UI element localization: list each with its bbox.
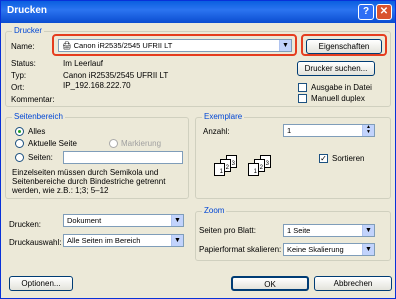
cancel-button[interactable]: Abbrechen [314, 276, 392, 291]
print-selection-select[interactable]: Alle Seiten im Bereich ▼ [63, 234, 184, 247]
range-pages-label: Seiten: [28, 153, 53, 162]
type-value: Canon iR2535/2545 UFRII LT [63, 71, 169, 80]
window-title: Drucken [7, 5, 48, 16]
print-what-value: Dokument [67, 216, 102, 225]
print-to-file-label: Ausgabe in Datei [311, 83, 372, 92]
ok-button[interactable]: OK [231, 276, 309, 291]
range-selection-label: Markierung [121, 139, 162, 148]
pages-per-sheet-value: 1 Seite [287, 226, 311, 235]
comment-label: Kommentar: [11, 95, 55, 104]
range-pages-radio[interactable] [15, 153, 24, 162]
collate-page-icon: 1 [248, 163, 259, 176]
chevron-down-icon: ▼ [279, 40, 291, 51]
print-selection-value: Alle Seiten im Bereich [67, 236, 141, 245]
location-value: IP_192.168.222.70 [63, 81, 131, 90]
range-all-radio[interactable] [15, 127, 24, 136]
copies-count-label: Anzahl: [203, 127, 230, 136]
pages-per-sheet-label: Seiten pro Blatt: [199, 226, 256, 235]
spinner-icon[interactable]: ▲ ▼ [362, 125, 374, 136]
pages-per-sheet-select[interactable]: 1 Seite ▼ [283, 224, 375, 237]
copies-count-value: 1 [287, 126, 292, 135]
find-printer-button[interactable]: Drucker suchen... [297, 61, 375, 76]
type-label: Typ: [11, 71, 27, 80]
manual-duplex-checkbox[interactable] [298, 94, 307, 103]
chevron-down-icon: ▼ [362, 225, 374, 236]
range-all-label: Alles [28, 127, 46, 136]
collate-page-icon: 1 [214, 163, 225, 176]
zoom-title: Zoom [202, 206, 227, 215]
status-label: Status: [11, 59, 36, 68]
chevron-down-icon: ▼ [171, 215, 183, 226]
page-range-title: Seitenbereich [12, 112, 65, 121]
options-button[interactable]: Optionen... [9, 276, 73, 291]
range-pages-input[interactable] [63, 151, 183, 164]
print-selection-label: Druckauswahl: [9, 238, 62, 247]
status-value: Im Leerlauf [63, 59, 104, 68]
location-label: Ort: [11, 83, 25, 92]
chevron-down-icon: ▼ [171, 235, 183, 246]
manual-duplex-label: Manuell duplex [311, 94, 365, 103]
print-to-file-checkbox[interactable] [298, 83, 307, 92]
help-button[interactable]: ? [358, 4, 374, 20]
chevron-down-icon: ▼ [362, 244, 374, 255]
print-what-select[interactable]: Dokument ▼ [63, 214, 184, 227]
scale-label: Papierformat skalieren: [199, 245, 282, 254]
collate-label: Sortieren [332, 154, 365, 163]
range-current-label: Aktuelle Seite [28, 139, 77, 148]
close-button[interactable]: ✕ [376, 4, 392, 20]
printer-name-select[interactable]: 🖨 Canon iR2535/2545 UFRII LT ▼ [58, 39, 292, 52]
collate-checkbox[interactable]: ✓ [319, 154, 328, 163]
copies-count-input[interactable]: 1 ▲ ▼ [283, 124, 375, 137]
printer-group-title: Drucker [12, 26, 45, 35]
range-hint: Einzelseiten müssen durch Semikola und S… [12, 168, 166, 195]
printer-name-label: Name: [11, 42, 35, 51]
range-selection-radio [109, 139, 118, 148]
print-what-label: Drucken: [9, 220, 42, 229]
title-bar: Drucken [1, 1, 395, 23]
properties-button[interactable]: Eigenschaften [306, 39, 382, 54]
scale-select[interactable]: Keine Skalierung ▼ [283, 243, 375, 256]
printer-icon: 🖨 [62, 41, 74, 50]
copies-title: Exemplare [202, 112, 245, 121]
range-current-radio[interactable] [15, 139, 24, 148]
print-dialog: Drucken ? ✕ Drucker Name: 🖨 Canon iR2535… [0, 0, 396, 299]
printer-name-value: Canon iR2535/2545 UFRII LT [73, 41, 173, 50]
scale-value: Keine Skalierung [287, 245, 344, 254]
